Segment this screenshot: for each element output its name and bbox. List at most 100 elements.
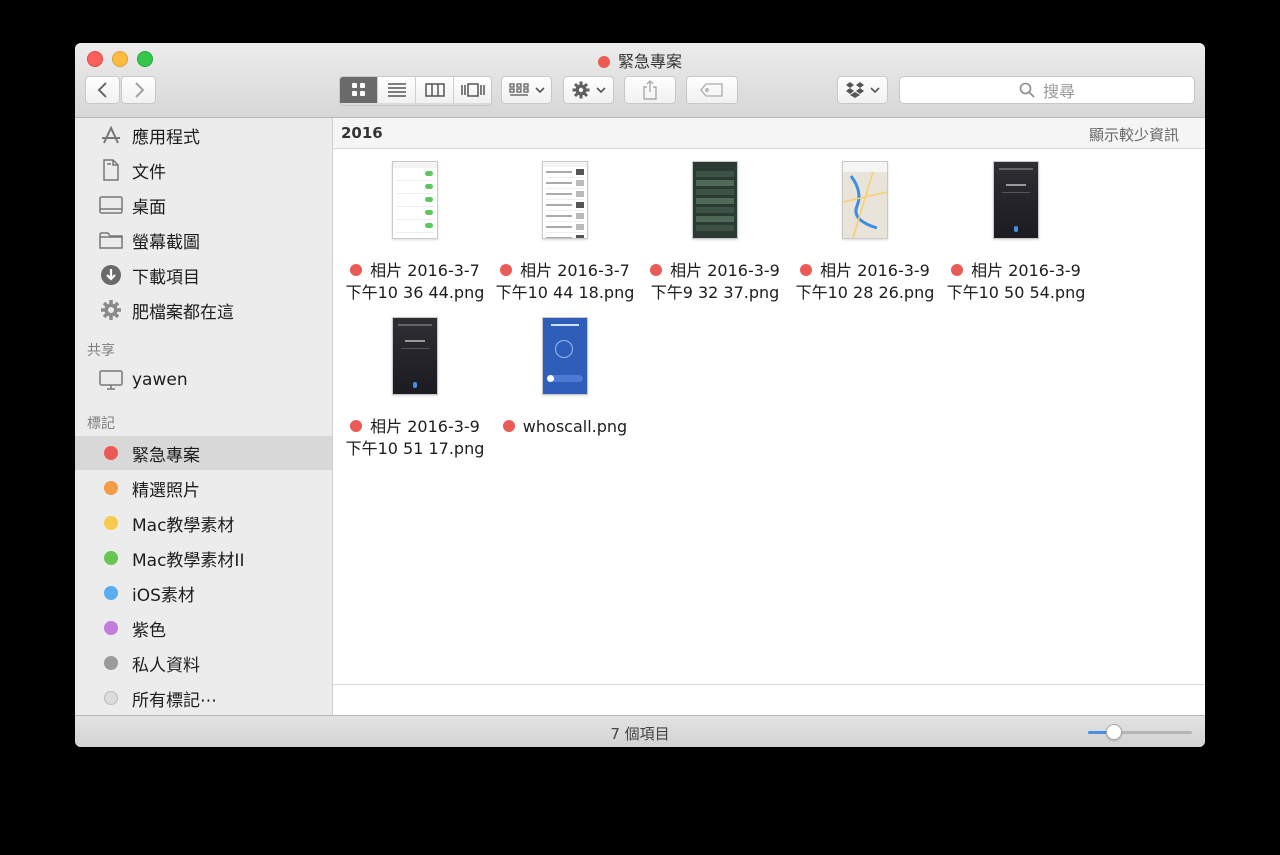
list-view-button[interactable] <box>378 77 416 103</box>
status-bar: 7 個項目 <box>75 715 1205 747</box>
sidebar-tag-item[interactable]: 緊急專案 <box>75 436 332 470</box>
arrange-grid-icon <box>508 83 529 96</box>
cover-flow-view-button[interactable] <box>454 77 491 103</box>
sidebar-item-big-files[interactable]: 肥檔案都在這 <box>75 293 332 327</box>
column-view-button[interactable] <box>416 77 454 103</box>
file-tag-dot <box>350 264 363 276</box>
file-name-text: 相片 2016-3-7 <box>370 261 480 280</box>
sidebar-item-label: 所有標記⋯ <box>132 690 217 711</box>
content-divider <box>333 684 1205 685</box>
tag-dot-icon <box>99 651 123 675</box>
sidebar-heading-tags: 標記 <box>87 416 115 432</box>
title-tag-dot <box>597 56 610 68</box>
file-name-line1: 相片 2016-3-9 <box>640 260 790 282</box>
applications-icon <box>99 123 123 147</box>
file-tag-dot <box>951 264 964 276</box>
action-button[interactable] <box>563 76 614 104</box>
sidebar-tag-item[interactable]: iOS素材 <box>75 576 332 610</box>
file-name-line1: 相片 2016-3-7 <box>490 260 640 282</box>
file-thumbnail <box>392 161 438 239</box>
file-thumbnail <box>692 161 738 239</box>
file-name-text: whoscall.png <box>522 417 628 436</box>
file-name: 相片 2016-3-9 下午9 32 37.png <box>640 260 790 304</box>
sidebar-item-label: 螢幕截圖 <box>132 232 200 253</box>
sidebar-item-desktop[interactable]: 桌面 <box>75 188 332 222</box>
sidebar-tag-item[interactable]: Mac教學素材 <box>75 506 332 540</box>
file-thumbnail <box>542 317 588 395</box>
downloads-icon <box>99 263 123 287</box>
file-tag-dot <box>500 264 513 276</box>
file-name-line1: 相片 2016-3-9 <box>941 260 1091 282</box>
slider-knob[interactable] <box>1106 724 1122 740</box>
file-name: 相片 2016-3-9 下午10 51 17.png <box>340 416 490 460</box>
share-icon <box>643 80 657 100</box>
tag-dot-icon <box>99 686 123 710</box>
grid-icon <box>351 83 365 96</box>
sidebar-item-label: 應用程式 <box>132 127 200 148</box>
sidebar-item-label: 文件 <box>132 162 166 183</box>
file-tag-dot <box>350 420 363 432</box>
finder-window: 緊急專案 搜尋 應用程式 文件 桌面 螢幕截圖 下載項目 肥檔案都在這 共享 y… <box>75 43 1205 747</box>
file-name-line1: 相片 2016-3-9 <box>340 416 490 438</box>
file-name-line2: 下午10 28 26.png <box>795 283 935 302</box>
list-icon <box>387 83 406 97</box>
file-name: 相片 2016-3-7 下午10 36 44.png <box>340 260 490 304</box>
chevron-down-icon <box>870 87 880 94</box>
computer-icon <box>99 368 123 392</box>
sidebar-tag-item[interactable]: 所有標記⋯ <box>75 681 332 715</box>
sidebar-tag-item[interactable]: 私人資料 <box>75 646 332 680</box>
show-less-info-button[interactable]: 顯示較少資訊 <box>1089 124 1179 145</box>
current-folder: 2016 <box>341 124 383 142</box>
file-thumbnail <box>993 161 1039 239</box>
file-name-line2: 下午9 32 37.png <box>650 283 780 302</box>
icon-view-button[interactable] <box>340 77 378 103</box>
sidebar-item-label: 精選照片 <box>132 480 200 501</box>
search-field[interactable]: 搜尋 <box>899 76 1195 104</box>
dropbox-button[interactable] <box>837 76 888 104</box>
tag-dot-icon <box>99 546 123 570</box>
sidebar-item-label: 緊急專案 <box>132 445 200 466</box>
file-name: 相片 2016-3-9 下午10 50 54.png <box>941 260 1091 304</box>
chevron-right-icon <box>134 82 144 98</box>
file-name-line2: 下午10 50 54.png <box>946 283 1086 302</box>
forward-button[interactable] <box>121 76 156 104</box>
file-name-text: 相片 2016-3-9 <box>820 261 930 280</box>
file-thumbnail <box>842 161 888 239</box>
dropbox-icon <box>846 82 864 98</box>
view-switcher <box>339 76 492 106</box>
back-button[interactable] <box>85 76 120 104</box>
search-placeholder: 搜尋 <box>1042 82 1075 101</box>
gear-icon <box>572 81 589 99</box>
file-name-line1: 相片 2016-3-9 <box>790 260 940 282</box>
sidebar-tag-item[interactable]: Mac教學素材II <box>75 541 332 575</box>
file-name-text: 相片 2016-3-7 <box>520 261 630 280</box>
sidebar-tag-item[interactable]: 紫色 <box>75 611 332 645</box>
path-bar: 2016 顯示較少資訊 <box>333 118 1205 149</box>
file-tag-dot <box>650 264 663 276</box>
sidebar-item-documents[interactable]: 文件 <box>75 153 332 187</box>
tag-dot-icon <box>99 441 123 465</box>
sidebar-item-screenshots[interactable]: 螢幕截圖 <box>75 223 332 257</box>
window-title-text: 緊急專案 <box>617 52 682 71</box>
sidebar: 應用程式 文件 桌面 螢幕截圖 下載項目 肥檔案都在這 共享 yawen 標記 … <box>75 118 333 715</box>
arrange-button[interactable] <box>501 76 552 104</box>
sidebar-item-label: Mac教學素材 <box>132 515 235 536</box>
sidebar-tag-item[interactable]: 精選照片 <box>75 471 332 505</box>
sidebar-item-downloads[interactable]: 下載項目 <box>75 258 332 292</box>
tag-dot-icon <box>99 476 123 500</box>
desktop-icon <box>99 193 123 217</box>
edit-tags-button[interactable] <box>686 76 738 104</box>
cover-flow-icon <box>460 83 485 97</box>
file-name: 相片 2016-3-9 下午10 28 26.png <box>790 260 940 304</box>
sidebar-item-yawen[interactable]: yawen <box>75 363 332 397</box>
chevron-down-icon <box>595 87 606 94</box>
sidebar-item-applications[interactable]: 應用程式 <box>75 118 332 152</box>
window-title: 緊急專案 <box>75 48 1205 72</box>
sidebar-item-label: 肥檔案都在這 <box>132 302 234 323</box>
folder-icon <box>99 228 123 252</box>
documents-icon <box>99 158 123 182</box>
file-name-line2: 下午10 36 44.png <box>345 283 485 302</box>
file-tag-dot <box>800 264 813 276</box>
share-button[interactable] <box>624 76 676 104</box>
icon-size-slider[interactable] <box>1088 724 1192 740</box>
